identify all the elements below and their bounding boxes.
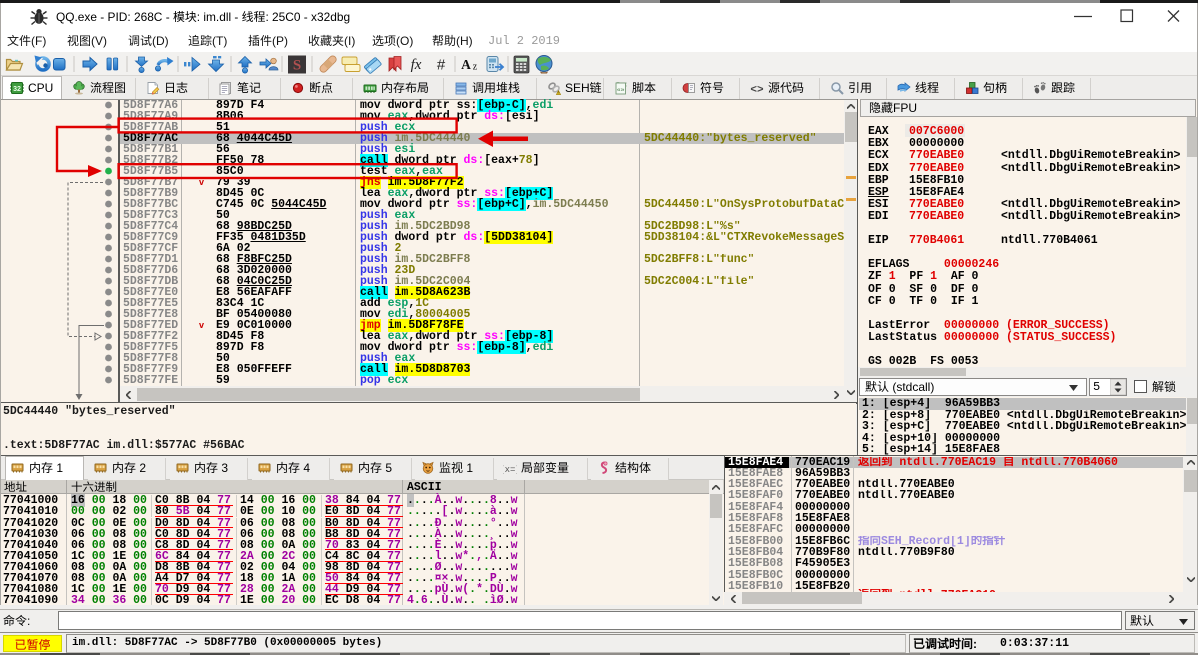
svg-text:[x=]: [x=] — [503, 465, 517, 475]
